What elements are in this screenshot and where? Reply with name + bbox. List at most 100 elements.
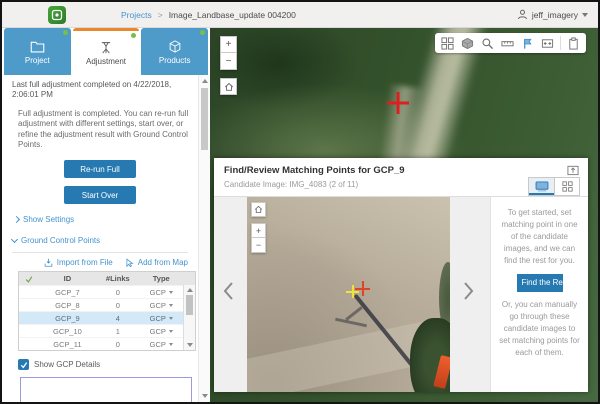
find-the-rest-button[interactable]: Find the Rest (517, 274, 563, 292)
show-gcp-details-row: Show GCP Details (18, 359, 198, 370)
tab-adjustment-label: Adjustment (86, 57, 126, 66)
table-row-gcp-9-selected[interactable]: GCP_9 4 GCP (19, 311, 195, 324)
gcp-id: GCP_7 (39, 288, 96, 297)
tab-adjustment[interactable]: Adjustment (73, 28, 140, 75)
measure-icon[interactable] (498, 35, 517, 51)
clipboard-icon[interactable] (564, 35, 583, 51)
gcp-map-marker[interactable] (387, 92, 409, 114)
gcp-type: GCP (150, 314, 166, 323)
tab-products-label: Products (159, 56, 191, 65)
scrollbar-thumb[interactable] (201, 88, 208, 150)
survey-adjustment-icon (98, 40, 114, 55)
adjustment-panel: Last full adjustment completed on 4/22/2… (2, 75, 198, 402)
table-row-gcp-7[interactable]: GCP_7 0 GCP (19, 285, 195, 298)
image-zoom-out-button[interactable]: − (251, 238, 266, 253)
grid-view-toggle[interactable] (554, 178, 579, 195)
single-image-view-toggle[interactable] (529, 178, 554, 195)
import-from-file-link[interactable]: Import from File (44, 258, 113, 267)
scroll-down-icon[interactable] (187, 343, 193, 347)
candidate-image-viewer: + − (214, 197, 490, 392)
basemap-icon[interactable] (458, 35, 477, 51)
find-review-title: Find/Review Matching Points for GCP_9 (214, 158, 588, 176)
image-home-controls (251, 202, 266, 217)
status-dot-green (63, 30, 68, 35)
gcp-table-header: ID #Links Type (19, 272, 195, 285)
table-row-gcp-8[interactable]: GCP_8 0 GCP (19, 298, 195, 311)
table-row-gcp-11[interactable]: GCP_11 0 GCP (19, 337, 195, 350)
scrollbar-thumb[interactable] (186, 295, 193, 315)
image-card-icon (535, 181, 549, 192)
map-view[interactable]: + − (210, 28, 598, 402)
cursor-icon (125, 258, 134, 267)
breadcrumb-projects-link[interactable]: Projects (121, 10, 152, 20)
extent-icon[interactable] (538, 35, 557, 51)
tab-project[interactable]: Project (4, 28, 71, 75)
start-over-button[interactable]: Start Over (64, 186, 136, 204)
username: jeff_imagery (532, 10, 578, 20)
matching-point-marker-red[interactable] (355, 281, 370, 296)
map-zoom-in-button[interactable]: + (220, 36, 237, 53)
show-settings-label: Show Settings (23, 215, 74, 224)
gcp-section-header[interactable]: Ground Control Points (12, 236, 198, 245)
gcp-id: GCP_11 (39, 340, 96, 349)
image-zoom-controls: + − (251, 223, 266, 253)
person-icon (517, 9, 528, 20)
tab-project-label: Project (25, 56, 50, 65)
map-zoom-out-button[interactable]: − (220, 53, 237, 70)
next-candidate-button[interactable] (460, 277, 476, 305)
column-header-links: #Links (96, 274, 139, 283)
status-dot-green (200, 30, 205, 35)
home-extent-button[interactable] (220, 78, 237, 95)
candidate-image[interactable]: + − (247, 197, 450, 392)
table-scrollbar[interactable] (183, 285, 195, 350)
import-from-file-label: Import from File (57, 258, 113, 267)
table-row-gcp-10[interactable]: GCP_10 1 GCP (19, 324, 195, 337)
gcp-links: 4 (96, 314, 139, 323)
image-home-button[interactable] (251, 202, 266, 217)
folder-icon (29, 39, 46, 54)
gcp-id: GCP_8 (39, 301, 96, 310)
show-gcp-details-label: Show GCP Details (34, 360, 100, 369)
rerun-full-button[interactable]: Re-run Full (64, 160, 136, 178)
tab-products[interactable]: Products (141, 28, 208, 75)
top-bar: Projects > Image_Landbase_update 004200 … (2, 2, 598, 28)
scroll-down-icon[interactable] (202, 394, 208, 398)
column-header-type: Type (140, 274, 183, 283)
type-dropdown-icon[interactable] (169, 304, 173, 307)
view-mode-toggle-group (528, 177, 580, 196)
gcp-table: ID #Links Type GCP_7 0 GCP GCP_8 0 (18, 271, 196, 351)
app-logo-icon (48, 6, 66, 24)
image-zoom-in-button[interactable]: + (251, 223, 266, 238)
gcp-manager-icon[interactable] (518, 35, 537, 51)
find-review-panel: Find/Review Matching Points for GCP_9 Ca… (214, 158, 588, 392)
find-review-header: Find/Review Matching Points for GCP_9 Ca… (214, 158, 588, 197)
show-settings-link[interactable]: Show Settings (14, 215, 198, 224)
image-collection-icon[interactable] (438, 35, 457, 51)
gcp-links: 0 (96, 288, 139, 297)
user-menu[interactable]: jeff_imagery (517, 2, 588, 27)
type-dropdown-icon[interactable] (169, 317, 173, 320)
gcp-photo-preview: Photo not available (20, 377, 192, 402)
home-icon (224, 82, 234, 92)
gcp-links: 1 (96, 327, 139, 336)
scroll-up-icon[interactable] (187, 288, 193, 292)
add-from-map-link[interactable]: Add from Map (125, 258, 188, 267)
dock-panel-icon[interactable] (565, 163, 580, 177)
gcp-type: GCP (150, 301, 166, 310)
panel-scrollbar[interactable] (198, 75, 210, 402)
check-icon (20, 361, 28, 369)
import-icon (44, 258, 53, 267)
chevron-right-icon (463, 281, 474, 301)
scroll-up-icon[interactable] (202, 79, 208, 83)
checkmark-column-icon (19, 275, 39, 283)
map-home-controls (220, 78, 237, 95)
chevron-right-icon (13, 216, 20, 223)
type-dropdown-icon[interactable] (169, 291, 173, 294)
instruction-secondary: Or, you can manually go through these ca… (498, 299, 581, 359)
previous-candidate-button[interactable] (220, 277, 236, 305)
type-dropdown-icon[interactable] (169, 343, 173, 346)
column-header-id: ID (39, 274, 96, 283)
search-icon[interactable] (478, 35, 497, 51)
type-dropdown-icon[interactable] (169, 330, 173, 333)
show-gcp-details-checkbox[interactable] (18, 359, 29, 370)
